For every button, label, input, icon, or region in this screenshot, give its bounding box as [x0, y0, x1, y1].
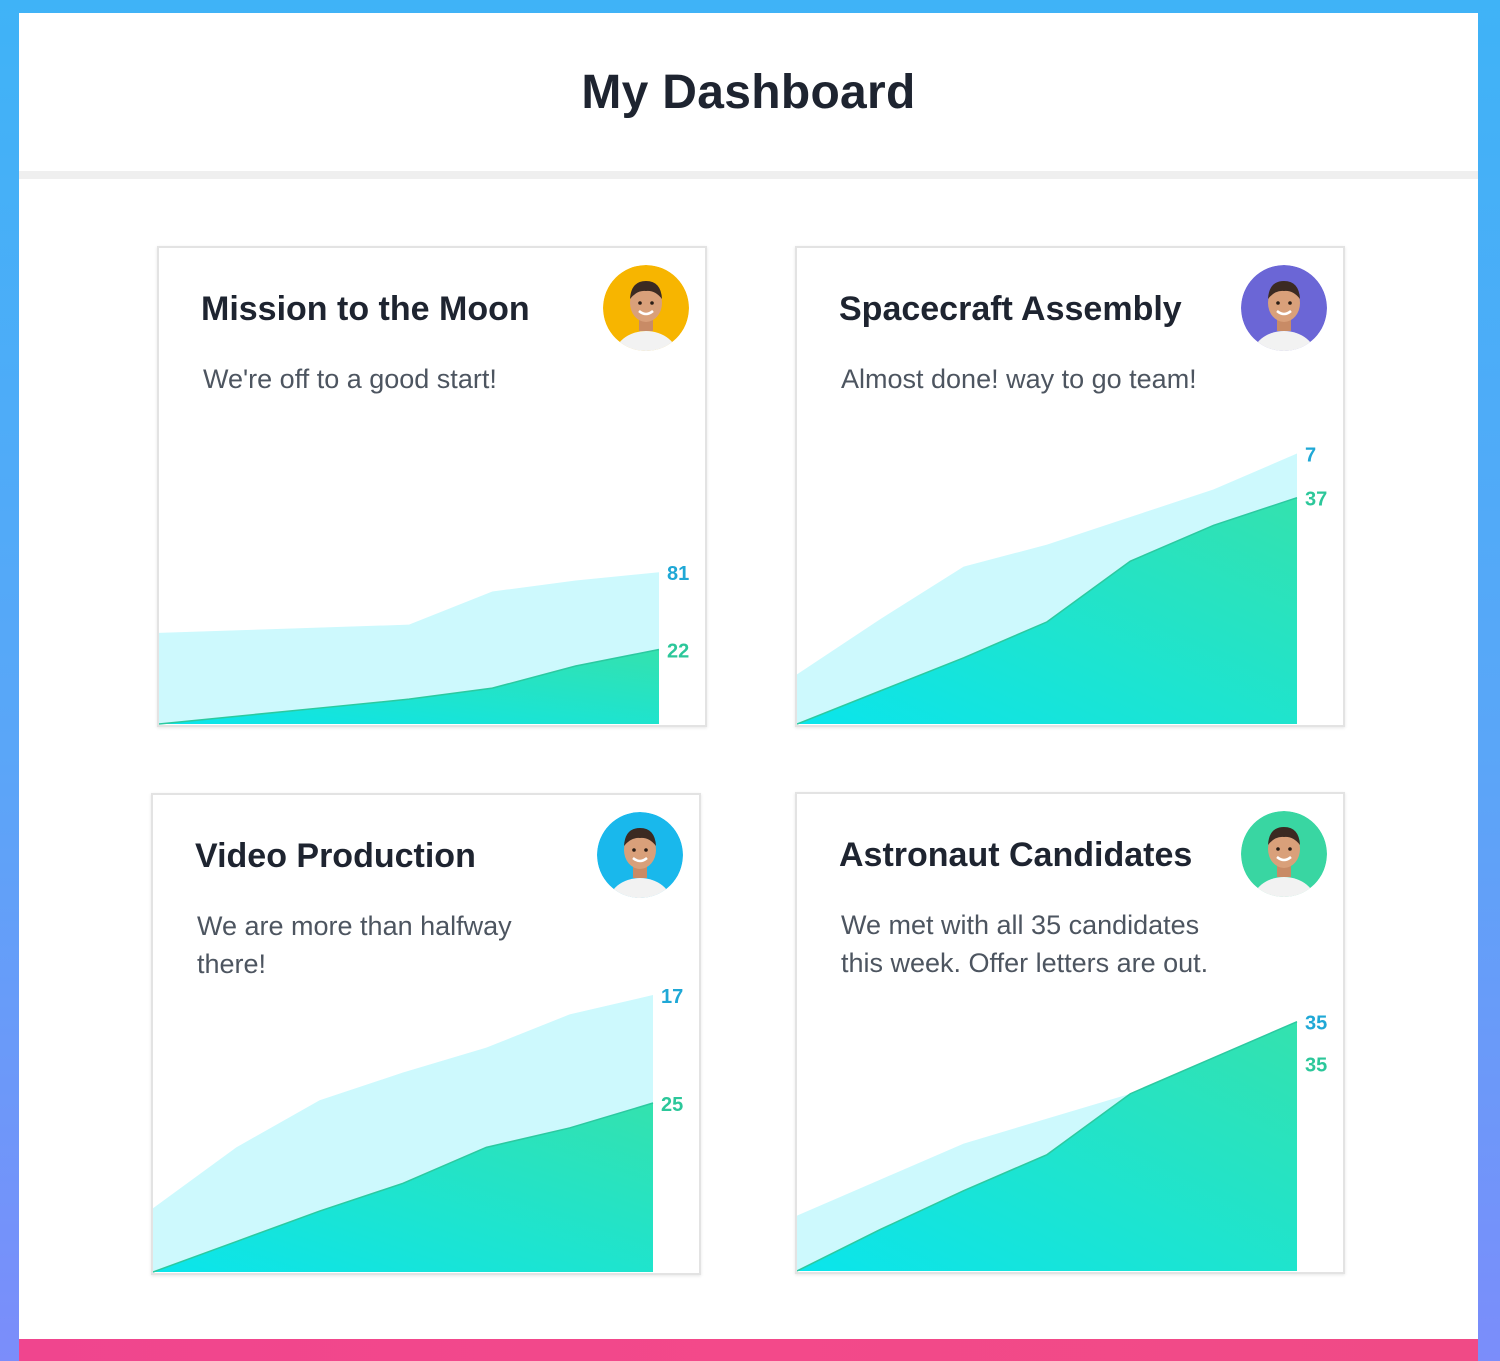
- project-card[interactable]: Astronaut Candidates We met with all 35 …: [795, 792, 1345, 1274]
- progress-area-chart: 7 37: [797, 445, 1327, 725]
- total-value-label: 17: [661, 986, 683, 1008]
- progress-area-chart: 35 35: [797, 1013, 1327, 1272]
- project-card[interactable]: Video Production We are more than halfwa…: [151, 793, 701, 1275]
- progress-value-label: 37: [1305, 489, 1327, 511]
- progress-value-label: 22: [667, 640, 689, 662]
- progress-value-label: 35: [1305, 1055, 1327, 1077]
- total-value-label: 35: [1305, 1013, 1327, 1035]
- total-value-label: 7: [1305, 445, 1316, 467]
- project-card[interactable]: Mission to the Moon We're off to a good …: [157, 246, 707, 727]
- progress-area-chart: 1725: [153, 986, 683, 1273]
- header: My Dashboard: [19, 13, 1478, 179]
- total-value-label: 81: [667, 563, 689, 585]
- progress-value-label: 25: [661, 1094, 683, 1116]
- progress-area-chart: 81 22: [159, 563, 689, 725]
- accent-bar: [19, 1339, 1478, 1361]
- page-title: My Dashboard: [581, 65, 916, 119]
- project-card[interactable]: Spacecraft Assembly Almost done! way to …: [795, 246, 1345, 727]
- app-window: My Dashboard Mission to the Moon We're o…: [19, 13, 1478, 1361]
